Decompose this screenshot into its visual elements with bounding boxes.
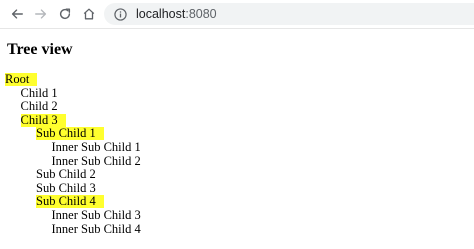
tree-node[interactable]: Child 1 (21, 86, 58, 100)
info-icon[interactable] (114, 7, 127, 21)
home-icon (83, 8, 95, 20)
tree-node[interactable]: Inner Sub Child 2 (52, 154, 141, 168)
forward-icon (35, 9, 47, 19)
tree-node[interactable]: Sub Child 1 (36, 127, 104, 141)
url-text: localhost:8080 (136, 7, 217, 21)
browser-toolbar: localhost:8080 (0, 0, 474, 29)
url-host: localhost (136, 7, 186, 21)
forward-button[interactable] (31, 4, 51, 24)
url-port: :8080 (185, 7, 217, 21)
back-icon (11, 9, 23, 19)
tree-node[interactable]: Inner Sub Child 4 (52, 222, 141, 236)
reload-icon (59, 8, 71, 20)
address-bar[interactable]: localhost:8080 (104, 3, 474, 25)
reload-button[interactable] (55, 4, 75, 24)
back-button[interactable] (7, 4, 27, 24)
tree-node[interactable]: Sub Child 3 (36, 181, 96, 195)
tree-node[interactable]: Sub Child 2 (36, 168, 96, 181)
tree-node[interactable]: Root (5, 73, 38, 86)
home-button[interactable] (79, 4, 99, 24)
page-content: Tree view Root Child 1 Child 2 Child 3 Sub C… (0, 28, 474, 249)
page-title: Tree view (7, 41, 73, 58)
tree-node[interactable]: Inner Sub Child 1 (52, 141, 141, 154)
tree-node[interactable]: Child 3 (20, 113, 66, 127)
tree-node[interactable]: Sub Child 4 (36, 195, 104, 209)
tree-node[interactable]: Child 2 (21, 100, 58, 113)
tree-node[interactable]: Inner Sub Child 3 (52, 209, 141, 222)
